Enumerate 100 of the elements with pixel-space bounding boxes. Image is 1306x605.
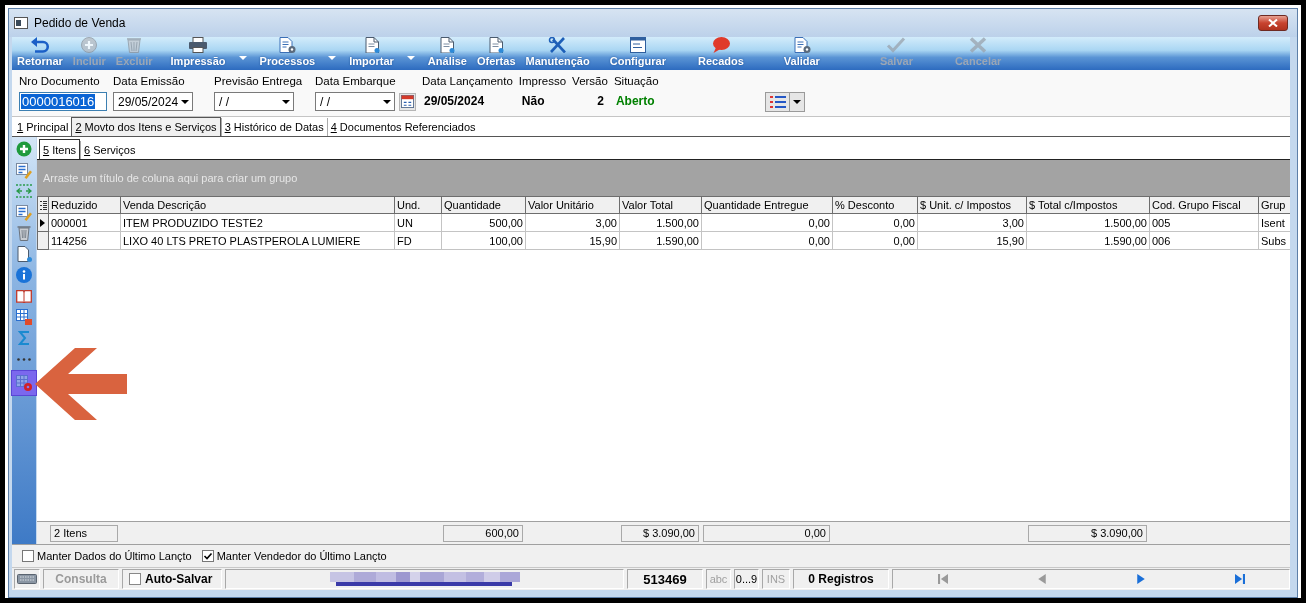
tab[interactable]: 5 Itens (39, 139, 81, 159)
column-header[interactable]: Quantidade (441, 196, 526, 214)
field-value: Não (520, 93, 546, 110)
close-button[interactable] (1258, 15, 1288, 31)
keyboard-button[interactable] (14, 569, 40, 589)
column-header[interactable]: Cod. Grupo Fiscal (1149, 196, 1259, 214)
plus-circle-icon (79, 37, 100, 53)
window-icon (14, 17, 28, 29)
column-header[interactable]: Reduzido (48, 196, 121, 214)
next-icon (1136, 574, 1145, 584)
table-cell: 0,00 (701, 231, 833, 250)
column-header[interactable]: Valor Total (619, 196, 702, 214)
column-header[interactable]: % Desconto (832, 196, 918, 214)
toolbar-button[interactable]: Importar (348, 37, 395, 68)
tools-icon (547, 37, 568, 53)
toolbar-button[interactable]: Ofertas (476, 37, 517, 68)
document-icon (16, 246, 32, 262)
caret-icon (383, 99, 391, 104)
table-cell: 1.500,00 (619, 213, 702, 232)
book-icon (16, 289, 32, 303)
checkbox-label[interactable]: Manter Vendedor do Último Lançto (216, 550, 387, 562)
toolbar-button[interactable]: Manutenção (524, 37, 591, 68)
dropdown-caret-icon[interactable] (238, 56, 247, 60)
checkbox-label[interactable]: Manter Dados do Último Lançto (37, 550, 192, 562)
table-cell: LIXO 40 LTS PRETO PLASTPEROLA LUMIERE (120, 231, 395, 250)
summary-cell: 2 Itens (50, 524, 118, 542)
column-header[interactable]: Quantidade Entregue (701, 196, 833, 214)
keyboard-icon (17, 574, 37, 584)
tab[interactable]: 6 Serviços (80, 141, 139, 159)
calendar-icon (401, 95, 414, 108)
table-cell: UN (394, 213, 442, 232)
info-icon (16, 267, 32, 283)
checkbox[interactable] (129, 573, 141, 585)
dropdown-field[interactable]: 29/05/2024 (113, 92, 193, 111)
table-cell: FD (394, 231, 442, 250)
toolbar-button[interactable]: Recados (696, 37, 745, 68)
tool-button[interactable] (13, 307, 35, 327)
tool-button[interactable] (13, 265, 35, 285)
tool-button[interactable] (13, 160, 35, 180)
field-label: Nro Documento (19, 74, 101, 88)
table-cell: 006 (1149, 231, 1259, 250)
view-menu-button[interactable] (764, 92, 805, 112)
sigma-icon (18, 331, 30, 345)
summary-cell: 0,00 (703, 524, 830, 542)
nav-button[interactable] (1234, 574, 1245, 584)
list-pencil-icon (16, 161, 32, 179)
tab[interactable]: 1 Principal (14, 118, 72, 136)
table-cell: 500,00 (441, 213, 526, 232)
nav-button[interactable] (1136, 574, 1145, 584)
table-cell: 15,90 (525, 231, 620, 250)
table-cell: 0,00 (701, 213, 833, 232)
dropdown-caret-icon[interactable] (328, 56, 337, 60)
column-header[interactable]: Grup (1258, 196, 1290, 214)
record-count: 0 Registros (793, 569, 889, 589)
tab[interactable]: 4 Documentos Referenciados (326, 118, 479, 136)
table-cell: 1.590,00 (619, 231, 702, 250)
toolbar-button[interactable]: Validar (782, 37, 821, 68)
field-label: Previsão Entrega (214, 74, 304, 88)
column-header[interactable]: $ Unit. c/ Impostos (917, 196, 1027, 214)
column-header[interactable]: Valor Unitário (525, 196, 620, 214)
row-indicator-cell[interactable] (37, 213, 49, 232)
column-chooser-icon[interactable] (40, 200, 47, 210)
dropdown-caret-icon[interactable] (406, 56, 415, 60)
table-cell: 005 (1149, 213, 1259, 232)
checkbox[interactable] (201, 550, 214, 562)
calendar-button[interactable] (399, 92, 416, 111)
dropdown-field[interactable]: / / (315, 92, 395, 111)
field-label: Data Emissão (113, 74, 186, 88)
group-hint-text: Arraste um título de coluna aqui para criar um grupo (43, 172, 298, 184)
previous-icon (1037, 574, 1046, 584)
mode-indicator: Consulta (43, 569, 119, 589)
plus-circle-icon (16, 141, 32, 157)
column-header[interactable]: Venda Descrição (120, 196, 395, 214)
toolbar-button[interactable]: Impressão (169, 37, 227, 68)
printer-icon (188, 37, 209, 53)
checkmark-icon (886, 37, 907, 53)
cross-icon (968, 37, 989, 53)
trash-icon (16, 225, 32, 241)
toolbar-button[interactable]: Retornar (16, 37, 64, 68)
toolbar-button[interactable]: Processos (258, 37, 317, 68)
checkbox-label[interactable]: Auto-Salvar (145, 572, 213, 586)
input-mode-indicator: INS (762, 569, 790, 589)
column-header[interactable]: $ Total c/Impostos (1026, 196, 1150, 214)
tool-button[interactable] (13, 202, 35, 222)
checkbox[interactable] (22, 550, 34, 562)
row-indicator-cell[interactable] (37, 231, 49, 250)
first-record-icon (937, 574, 948, 584)
close-icon (1268, 19, 1278, 27)
speech-bubble-icon (710, 37, 731, 53)
dropdown-field[interactable]: / / (214, 92, 294, 111)
document-gear-icon (277, 37, 298, 53)
table-cell: 1.500,00 (1026, 213, 1150, 232)
column-header[interactable]: Und. (394, 196, 442, 214)
tab[interactable]: 3 Histórico de Datas (220, 118, 327, 136)
code-display: 513469 (627, 569, 703, 589)
tab[interactable]: 2 Movto dos Itens e Serviços (71, 117, 221, 136)
toolbar-button[interactable]: Análise (426, 37, 468, 68)
field-label: Impresso (518, 74, 567, 88)
toolbar-button[interactable]: Configurar (608, 37, 667, 68)
input-field[interactable]: 0000016016 (19, 92, 107, 111)
